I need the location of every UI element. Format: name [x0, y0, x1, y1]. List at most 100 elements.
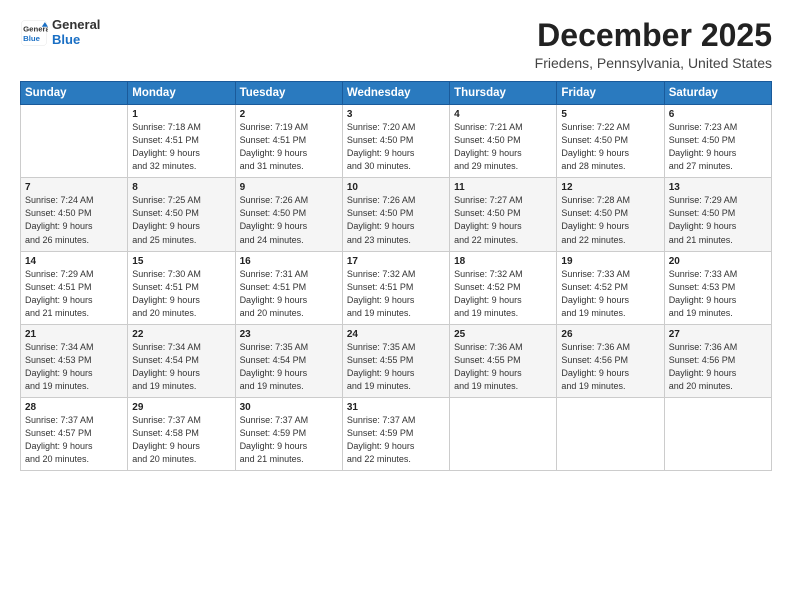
calendar-day-cell: 9Sunrise: 7:26 AMSunset: 4:50 PMDaylight…: [235, 178, 342, 251]
day-number: 3: [347, 109, 445, 120]
day-number: 24: [347, 329, 445, 340]
weekday-header-cell: Sunday: [21, 82, 128, 105]
day-number: 19: [561, 256, 659, 267]
calendar-day-cell: 27Sunrise: 7:36 AMSunset: 4:56 PMDayligh…: [664, 324, 771, 397]
calendar-day-cell: 25Sunrise: 7:36 AMSunset: 4:55 PMDayligh…: [450, 324, 557, 397]
day-info: Sunrise: 7:35 AMSunset: 4:54 PMDaylight:…: [240, 341, 338, 393]
day-number: 26: [561, 329, 659, 340]
day-info: Sunrise: 7:29 AMSunset: 4:50 PMDaylight:…: [669, 194, 767, 246]
day-info: Sunrise: 7:19 AMSunset: 4:51 PMDaylight:…: [240, 121, 338, 173]
day-number: 14: [25, 256, 123, 267]
day-number: 18: [454, 256, 552, 267]
calendar-header: SundayMondayTuesdayWednesdayThursdayFrid…: [21, 82, 772, 105]
calendar-day-cell: 24Sunrise: 7:35 AMSunset: 4:55 PMDayligh…: [342, 324, 449, 397]
calendar-title: December 2025: [535, 18, 772, 53]
calendar-day-cell: [450, 397, 557, 470]
day-info: Sunrise: 7:37 AMSunset: 4:59 PMDaylight:…: [240, 414, 338, 466]
calendar-day-cell: 11Sunrise: 7:27 AMSunset: 4:50 PMDayligh…: [450, 178, 557, 251]
calendar-day-cell: 28Sunrise: 7:37 AMSunset: 4:57 PMDayligh…: [21, 397, 128, 470]
logo-icon: General Blue: [20, 19, 48, 47]
title-block: December 2025 Friedens, Pennsylvania, Un…: [535, 18, 772, 71]
calendar-day-cell: 1Sunrise: 7:18 AMSunset: 4:51 PMDaylight…: [128, 105, 235, 178]
day-info: Sunrise: 7:36 AMSunset: 4:56 PMDaylight:…: [561, 341, 659, 393]
day-info: Sunrise: 7:34 AMSunset: 4:53 PMDaylight:…: [25, 341, 123, 393]
day-info: Sunrise: 7:29 AMSunset: 4:51 PMDaylight:…: [25, 268, 123, 320]
day-info: Sunrise: 7:26 AMSunset: 4:50 PMDaylight:…: [240, 194, 338, 246]
calendar-day-cell: 7Sunrise: 7:24 AMSunset: 4:50 PMDaylight…: [21, 178, 128, 251]
day-number: 8: [132, 182, 230, 193]
day-info: Sunrise: 7:25 AMSunset: 4:50 PMDaylight:…: [132, 194, 230, 246]
calendar-day-cell: [664, 397, 771, 470]
calendar-day-cell: 22Sunrise: 7:34 AMSunset: 4:54 PMDayligh…: [128, 324, 235, 397]
weekday-header-cell: Thursday: [450, 82, 557, 105]
weekday-header-cell: Saturday: [664, 82, 771, 105]
day-info: Sunrise: 7:23 AMSunset: 4:50 PMDaylight:…: [669, 121, 767, 173]
day-info: Sunrise: 7:37 AMSunset: 4:59 PMDaylight:…: [347, 414, 445, 466]
day-number: 28: [25, 402, 123, 413]
day-number: 12: [561, 182, 659, 193]
day-info: Sunrise: 7:36 AMSunset: 4:55 PMDaylight:…: [454, 341, 552, 393]
calendar-day-cell: 19Sunrise: 7:33 AMSunset: 4:52 PMDayligh…: [557, 251, 664, 324]
calendar-day-cell: 14Sunrise: 7:29 AMSunset: 4:51 PMDayligh…: [21, 251, 128, 324]
day-info: Sunrise: 7:22 AMSunset: 4:50 PMDaylight:…: [561, 121, 659, 173]
day-number: 16: [240, 256, 338, 267]
day-info: Sunrise: 7:24 AMSunset: 4:50 PMDaylight:…: [25, 194, 123, 246]
day-info: Sunrise: 7:28 AMSunset: 4:50 PMDaylight:…: [561, 194, 659, 246]
day-number: 11: [454, 182, 552, 193]
day-number: 10: [347, 182, 445, 193]
weekday-header-cell: Tuesday: [235, 82, 342, 105]
day-number: 4: [454, 109, 552, 120]
header: General Blue General Blue December 2025 …: [20, 18, 772, 71]
calendar-day-cell: 13Sunrise: 7:29 AMSunset: 4:50 PMDayligh…: [664, 178, 771, 251]
calendar-day-cell: [557, 397, 664, 470]
day-info: Sunrise: 7:37 AMSunset: 4:57 PMDaylight:…: [25, 414, 123, 466]
day-info: Sunrise: 7:37 AMSunset: 4:58 PMDaylight:…: [132, 414, 230, 466]
weekday-header-cell: Wednesday: [342, 82, 449, 105]
calendar-table: SundayMondayTuesdayWednesdayThursdayFrid…: [20, 81, 772, 471]
day-number: 13: [669, 182, 767, 193]
day-info: Sunrise: 7:32 AMSunset: 4:51 PMDaylight:…: [347, 268, 445, 320]
calendar-day-cell: 8Sunrise: 7:25 AMSunset: 4:50 PMDaylight…: [128, 178, 235, 251]
day-number: 6: [669, 109, 767, 120]
day-info: Sunrise: 7:31 AMSunset: 4:51 PMDaylight:…: [240, 268, 338, 320]
calendar-subtitle: Friedens, Pennsylvania, United States: [535, 55, 772, 71]
day-number: 1: [132, 109, 230, 120]
calendar-day-cell: 6Sunrise: 7:23 AMSunset: 4:50 PMDaylight…: [664, 105, 771, 178]
calendar-day-cell: 18Sunrise: 7:32 AMSunset: 4:52 PMDayligh…: [450, 251, 557, 324]
calendar-day-cell: 4Sunrise: 7:21 AMSunset: 4:50 PMDaylight…: [450, 105, 557, 178]
calendar-day-cell: 2Sunrise: 7:19 AMSunset: 4:51 PMDaylight…: [235, 105, 342, 178]
calendar-day-cell: 5Sunrise: 7:22 AMSunset: 4:50 PMDaylight…: [557, 105, 664, 178]
day-number: 9: [240, 182, 338, 193]
calendar-week-row: 7Sunrise: 7:24 AMSunset: 4:50 PMDaylight…: [21, 178, 772, 251]
day-number: 29: [132, 402, 230, 413]
calendar-day-cell: 31Sunrise: 7:37 AMSunset: 4:59 PMDayligh…: [342, 397, 449, 470]
calendar-body: 1Sunrise: 7:18 AMSunset: 4:51 PMDaylight…: [21, 105, 772, 471]
calendar-week-row: 21Sunrise: 7:34 AMSunset: 4:53 PMDayligh…: [21, 324, 772, 397]
calendar-day-cell: 20Sunrise: 7:33 AMSunset: 4:53 PMDayligh…: [664, 251, 771, 324]
day-number: 7: [25, 182, 123, 193]
calendar-day-cell: 17Sunrise: 7:32 AMSunset: 4:51 PMDayligh…: [342, 251, 449, 324]
logo-text: General Blue: [52, 18, 100, 48]
weekday-header-cell: Friday: [557, 82, 664, 105]
calendar-day-cell: 29Sunrise: 7:37 AMSunset: 4:58 PMDayligh…: [128, 397, 235, 470]
day-info: Sunrise: 7:34 AMSunset: 4:54 PMDaylight:…: [132, 341, 230, 393]
calendar-day-cell: 26Sunrise: 7:36 AMSunset: 4:56 PMDayligh…: [557, 324, 664, 397]
day-info: Sunrise: 7:20 AMSunset: 4:50 PMDaylight:…: [347, 121, 445, 173]
calendar-day-cell: 21Sunrise: 7:34 AMSunset: 4:53 PMDayligh…: [21, 324, 128, 397]
day-number: 5: [561, 109, 659, 120]
day-info: Sunrise: 7:35 AMSunset: 4:55 PMDaylight:…: [347, 341, 445, 393]
calendar-day-cell: 10Sunrise: 7:26 AMSunset: 4:50 PMDayligh…: [342, 178, 449, 251]
day-number: 20: [669, 256, 767, 267]
day-number: 21: [25, 329, 123, 340]
calendar-day-cell: 3Sunrise: 7:20 AMSunset: 4:50 PMDaylight…: [342, 105, 449, 178]
calendar-day-cell: 30Sunrise: 7:37 AMSunset: 4:59 PMDayligh…: [235, 397, 342, 470]
svg-text:Blue: Blue: [23, 34, 41, 43]
day-number: 31: [347, 402, 445, 413]
day-number: 25: [454, 329, 552, 340]
day-info: Sunrise: 7:30 AMSunset: 4:51 PMDaylight:…: [132, 268, 230, 320]
day-info: Sunrise: 7:33 AMSunset: 4:53 PMDaylight:…: [669, 268, 767, 320]
weekday-header-row: SundayMondayTuesdayWednesdayThursdayFrid…: [21, 82, 772, 105]
day-info: Sunrise: 7:21 AMSunset: 4:50 PMDaylight:…: [454, 121, 552, 173]
day-info: Sunrise: 7:26 AMSunset: 4:50 PMDaylight:…: [347, 194, 445, 246]
day-number: 22: [132, 329, 230, 340]
